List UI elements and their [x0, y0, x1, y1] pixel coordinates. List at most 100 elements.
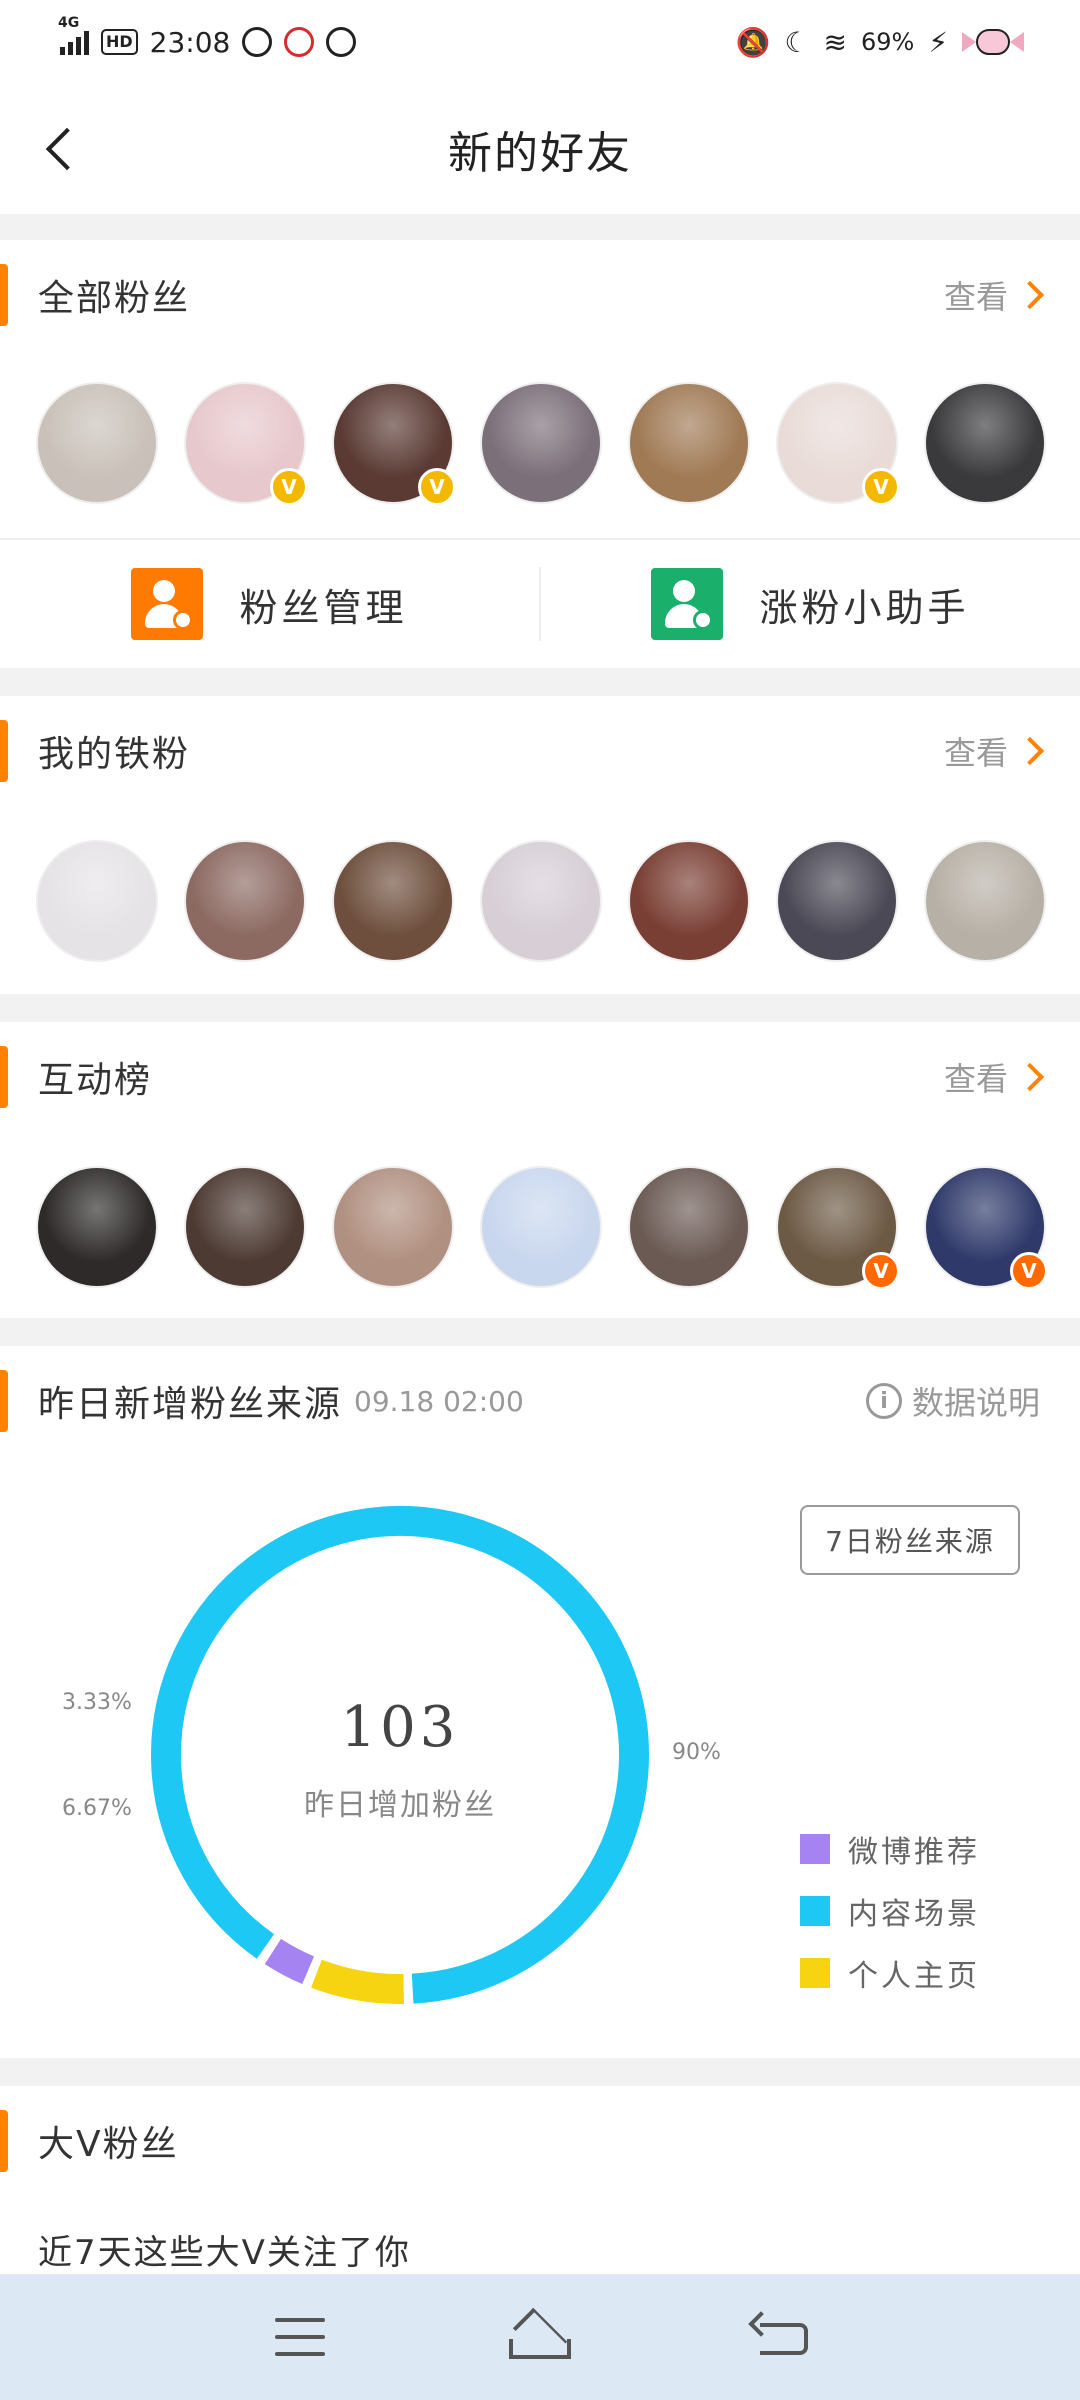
fan-helper-button[interactable]: 涨粉小助手 [541, 540, 1080, 668]
avatar[interactable] [36, 382, 158, 504]
battery-percent: 69% [860, 28, 915, 56]
iron-fans-avatars [36, 840, 1046, 964]
verified-badge-icon: V [862, 1252, 900, 1290]
section-divider [0, 668, 1080, 696]
verified-badge-icon: V [418, 468, 456, 506]
network-label: 4G [58, 15, 80, 31]
verified-badge-icon: V [862, 468, 900, 506]
slice-percent-label: 90% [672, 1740, 721, 1765]
back-icon [748, 2311, 808, 2359]
home-icon [507, 2307, 573, 2363]
avatar[interactable] [332, 1166, 454, 1288]
donut-slice [311, 1959, 404, 2004]
avatar[interactable]: V [776, 1166, 900, 1290]
view-label: 查看 [943, 278, 1008, 316]
page-title: 新的好友 [448, 128, 632, 179]
status-bar: 4G HD 23:08 🔕 ☾ ≋ 69% ⚡ [0, 0, 1080, 84]
avatar[interactable]: V [184, 382, 308, 506]
back-button[interactable] [34, 122, 89, 176]
avatar[interactable] [924, 382, 1046, 504]
wifi-icon: ≋ [823, 25, 847, 59]
chevron-right-icon [1015, 736, 1045, 766]
avatar[interactable] [480, 840, 602, 962]
legend-swatch [800, 1834, 830, 1864]
slice-percent-label: 6.67% [62, 1796, 132, 1821]
avatar[interactable]: V [332, 382, 456, 506]
section-accent [0, 720, 8, 782]
view-label: 查看 [943, 1060, 1008, 1098]
mute-icon: 🔕 [735, 25, 771, 59]
chart-legend: 微博推荐 内容场景 个人主页 [800, 1818, 980, 2004]
donut-center-value: 103 [340, 1695, 460, 1760]
avatar[interactable] [480, 382, 602, 504]
big-v-title: 大V粉丝 [38, 2124, 179, 2165]
weibo-icon [242, 27, 273, 57]
donut-center-label: 昨日增加粉丝 [304, 1788, 496, 1823]
fan-source-title: 昨日新增粉丝来源 [38, 1384, 343, 1425]
avatar[interactable]: V [776, 382, 900, 506]
avatar[interactable] [36, 1166, 158, 1288]
moon-icon: ☾ [784, 25, 810, 59]
donut-slice [264, 1938, 315, 1985]
system-back-button[interactable] [730, 2297, 830, 2377]
avatar[interactable] [776, 840, 898, 962]
avatar[interactable]: V [924, 1166, 1048, 1290]
section-divider [0, 1318, 1080, 1346]
section-divider [0, 2058, 1080, 2086]
avatar[interactable] [184, 840, 306, 962]
charging-icon: ⚡ [928, 25, 948, 59]
battery-candy-icon [962, 25, 1024, 59]
signal-icon: 4G [58, 15, 89, 55]
fan-manage-label: 粉丝管理 [239, 585, 408, 630]
legend-swatch [800, 1896, 830, 1926]
seven-day-source-button[interactable]: 7日粉丝来源 [800, 1505, 1020, 1575]
verified-badge-icon: V [1010, 1252, 1048, 1290]
section-accent [0, 264, 8, 326]
iron-fans-title: 我的铁粉 [38, 734, 191, 775]
fan-manage-button[interactable]: 粉丝管理 [0, 540, 539, 668]
menu-button[interactable] [250, 2297, 350, 2377]
avatar[interactable] [628, 840, 750, 962]
all-fans-view-link[interactable]: 查看 [943, 272, 1045, 318]
chevron-left-icon [45, 127, 89, 171]
section-accent [0, 1370, 8, 1432]
info-icon: i [865, 1383, 902, 1419]
avatar[interactable] [184, 1166, 306, 1288]
section-accent [0, 1046, 8, 1108]
verified-badge-icon: V [270, 468, 308, 506]
legend-swatch [800, 1958, 830, 1988]
interaction-avatars: VV [36, 1166, 1048, 1290]
slice-percent-label: 3.33% [62, 1690, 132, 1715]
wechat-icon [326, 27, 357, 57]
fan-tools: 粉丝管理 涨粉小助手 [0, 538, 1080, 668]
nav-bar: 新的好友 [0, 84, 1080, 214]
clock: 23:08 [149, 25, 231, 59]
legend-item: 个人主页 [800, 1942, 980, 2004]
avatar[interactable] [480, 1166, 602, 1288]
interaction-header: 互动榜 查看 [0, 1022, 1080, 1132]
chevron-right-icon [1015, 280, 1045, 310]
data-explain-link[interactable]: i 数据说明 [865, 1378, 1040, 1424]
legend-label: 个人主页 [848, 1959, 980, 1994]
hd-icon: HD [101, 29, 138, 55]
avatar[interactable] [332, 840, 454, 962]
system-navigation-bar [0, 2274, 1080, 2400]
weibo-red-icon [284, 27, 315, 57]
avatar[interactable] [628, 1166, 750, 1288]
menu-icon [275, 2318, 325, 2356]
legend-item: 内容场景 [800, 1880, 980, 1942]
interaction-view-link[interactable]: 查看 [943, 1054, 1045, 1100]
home-button[interactable] [490, 2297, 590, 2377]
fan-source-timestamp: 09.18 02:00 [354, 1384, 524, 1418]
section-divider [0, 214, 1080, 240]
legend-label: 内容场景 [848, 1897, 980, 1932]
avatar[interactable] [628, 382, 750, 504]
all-fans-title: 全部粉丝 [38, 278, 191, 319]
iron-fans-view-link[interactable]: 查看 [943, 728, 1045, 774]
chevron-right-icon [1015, 1062, 1045, 1092]
avatar[interactable] [924, 840, 1046, 962]
avatar[interactable] [36, 840, 158, 962]
view-label: 查看 [943, 734, 1008, 772]
fan-helper-label: 涨粉小助手 [759, 585, 970, 630]
status-left: 4G HD 23:08 [58, 15, 357, 59]
